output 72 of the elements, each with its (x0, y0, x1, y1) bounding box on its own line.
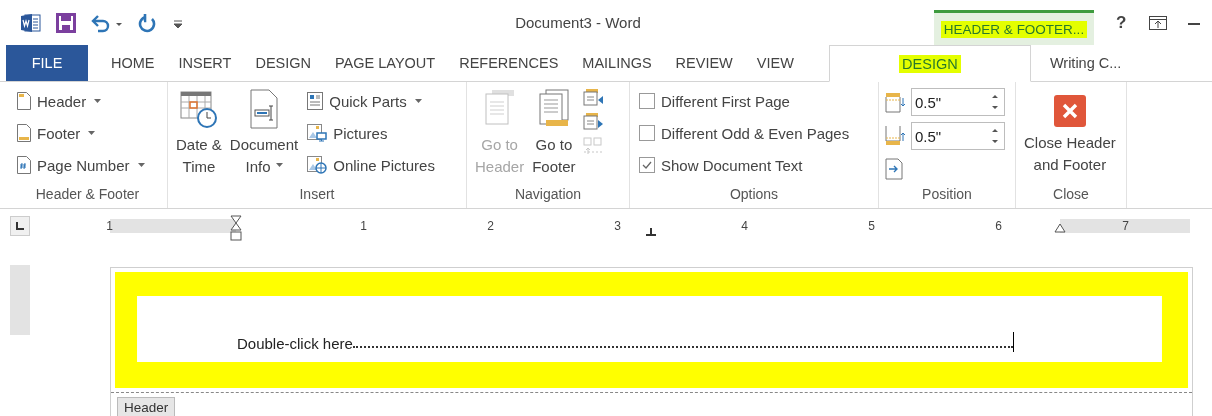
header-tag: Header (117, 397, 176, 416)
ruler-number: 7 (1122, 219, 1129, 233)
checkbox[interactable] (639, 157, 655, 173)
ribbon-tab[interactable]: Writing C... (1038, 45, 1133, 81)
ribbon-tab[interactable]: INSERT (167, 45, 243, 81)
ribbon-button[interactable]: Pictures (304, 118, 438, 148)
ribbon-button[interactable]: Document Info (227, 86, 301, 186)
footer-position-icon (885, 125, 907, 147)
ruler-number: 5 (868, 219, 875, 233)
ribbon-button[interactable]: Go to Footer (530, 86, 578, 186)
ribbon-tab[interactable]: REVIEW (664, 45, 744, 81)
ribbon-button[interactable]: Quick Parts (304, 86, 438, 116)
tab-stop-icon[interactable] (646, 228, 656, 236)
word-logo-icon (20, 12, 42, 33)
contextual-tab-label: HEADER & FOOTER... (940, 20, 1088, 38)
spinner-field[interactable]: 0.5" (911, 122, 1005, 150)
close-icon (1052, 94, 1087, 128)
page-number-icon (17, 156, 31, 174)
window-title: Document3 - Word (514, 14, 642, 31)
group-label: Insert (298, 186, 336, 204)
ruler-number: 1 (106, 219, 113, 233)
online-pictures-icon (307, 156, 328, 174)
header-placeholder[interactable]: Double-click here (237, 335, 353, 352)
menu-button[interactable]: Header (14, 86, 148, 116)
group-label: Position (921, 186, 973, 204)
group-label: Navigation (513, 186, 583, 204)
ribbon-tab[interactable]: HOME (100, 45, 166, 81)
left-tab-icon (16, 222, 24, 230)
tab-selector[interactable] (10, 216, 30, 236)
next-section-icon[interactable] (581, 112, 604, 132)
close-header-footer-button[interactable]: Close Header and Footer (1022, 86, 1118, 186)
ribbon-button[interactable]: Date & Time (174, 86, 224, 186)
ribbon-display-icon[interactable] (1148, 14, 1169, 31)
ribbon-button[interactable]: Online Pictures (304, 150, 438, 180)
ribbon-tab[interactable]: PAGE LAYOUT (324, 45, 447, 81)
help-button[interactable]: ? (1112, 12, 1131, 33)
right-indent-icon[interactable] (1054, 223, 1066, 233)
ribbon-tab[interactable]: MAILINGS (571, 45, 663, 81)
ruler-number: 6 (995, 219, 1002, 233)
checkbox[interactable] (639, 125, 655, 141)
redo-icon[interactable] (138, 12, 158, 33)
ruler-number: 3 (614, 219, 621, 233)
alignment-tab-icon[interactable] (885, 158, 903, 180)
group-label: Options (728, 186, 780, 204)
footer-icon (17, 124, 31, 142)
pictures-icon (307, 124, 328, 142)
group-label: Header & Footer (34, 186, 141, 204)
ribbon-tab[interactable]: DESIGN (828, 45, 1031, 82)
text-cursor (1012, 332, 1014, 352)
menu-button[interactable]: Footer (14, 118, 148, 148)
option-checkbox[interactable]: Different First Page (636, 86, 853, 116)
option-checkbox[interactable]: Show Document Text (636, 150, 853, 180)
ruler-number: 1 (360, 219, 367, 233)
calendar-clock-icon (178, 88, 219, 130)
ruler-number: 4 (741, 219, 748, 233)
ribbon-tab[interactable]: FILE (6, 45, 88, 81)
header-position-icon (885, 91, 907, 113)
checkbox[interactable] (639, 93, 655, 109)
header-icon (17, 92, 31, 110)
ribbon-tab[interactable]: VIEW (745, 45, 805, 81)
option-checkbox[interactable]: Different Odd & Even Pages (636, 118, 853, 148)
ribbon-tab[interactable]: REFERENCES (448, 45, 570, 81)
save-icon[interactable] (56, 12, 76, 33)
spinner-field[interactable]: 0.5" (911, 88, 1005, 116)
undo-icon[interactable] (90, 12, 124, 33)
menu-button[interactable]: Page Number (14, 150, 148, 180)
quick-parts-icon (307, 92, 324, 110)
ribbon-tab[interactable]: DESIGN (244, 45, 322, 81)
ruler-number: 2 (487, 219, 494, 233)
group-label: Close (1052, 186, 1090, 204)
indent-marker-icon[interactable] (230, 215, 242, 243)
previous-section-icon[interactable] (581, 88, 604, 108)
